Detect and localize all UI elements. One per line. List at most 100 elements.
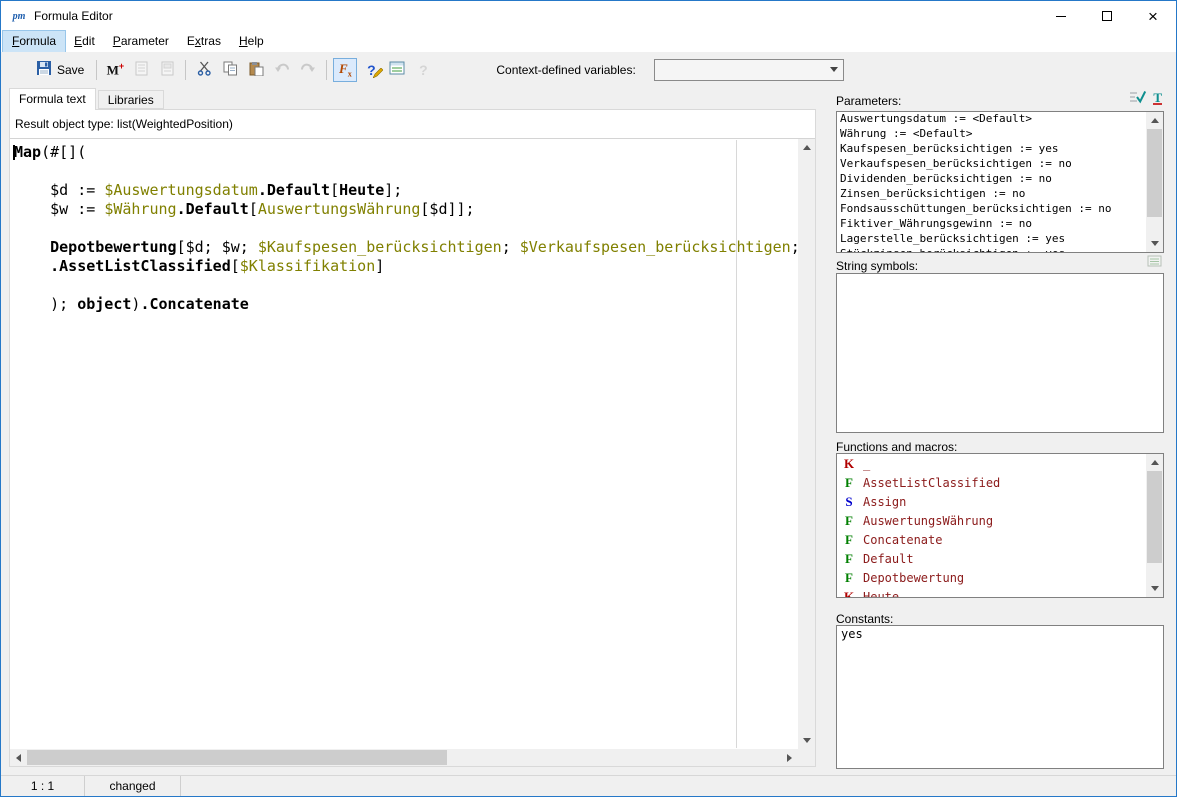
code-line[interactable]: [14, 162, 798, 181]
code-line[interactable]: .AssetListClassified[$Klassifikation]: [14, 257, 798, 276]
horizontal-scroll-thumb[interactable]: [27, 750, 447, 765]
check-parameters-icon[interactable]: [1129, 90, 1146, 107]
parameter-row[interactable]: Fondsausschüttungen_berücksichtigen := n…: [837, 202, 1146, 217]
function-type-icon: K: [843, 589, 855, 598]
parameter-row[interactable]: Fiktiver_Währungsgewinn := no: [837, 217, 1146, 232]
code-line[interactable]: [14, 276, 798, 295]
parameter-text-icon[interactable]: T: [1153, 92, 1162, 105]
code-line[interactable]: $d := $Auswertungsdatum.Default[Heute];: [14, 181, 798, 200]
titlebar: pm Formula Editor ×: [1, 1, 1176, 31]
scroll-up-arrow[interactable]: [1146, 454, 1163, 471]
function-row[interactable]: FDepotbewertung: [837, 568, 1146, 587]
show-list-button[interactable]: [385, 58, 409, 82]
parameter-row[interactable]: Währung := <Default>: [837, 127, 1146, 142]
floppy-disk-icon: [36, 60, 52, 79]
tab-libraries[interactable]: Libraries: [98, 90, 164, 109]
context-variables-combobox[interactable]: [654, 59, 844, 81]
parameters-scrollbar[interactable]: [1146, 112, 1163, 252]
constant-row[interactable]: yes: [837, 626, 1163, 643]
function-row[interactable]: K_: [837, 454, 1146, 473]
scroll-down-arrow[interactable]: [1146, 580, 1163, 597]
scissors-icon: [197, 61, 212, 79]
functions-scrollbar[interactable]: [1146, 454, 1163, 597]
function-row[interactable]: FDefault: [837, 549, 1146, 568]
parameter-row[interactable]: Lagerstelle_berücksichtigen := yes: [837, 232, 1146, 247]
formula-toggle-button[interactable]: Fx: [333, 58, 357, 82]
editor-vertical-scrollbar[interactable]: [798, 139, 815, 749]
function-row[interactable]: FAssetListClassified: [837, 473, 1146, 492]
code-line[interactable]: ); object).Concatenate: [14, 295, 798, 314]
minimize-button[interactable]: [1038, 1, 1084, 31]
paste-button[interactable]: [244, 58, 268, 82]
functions-label: Functions and macros:: [836, 440, 957, 454]
cut-button[interactable]: [192, 58, 216, 82]
scroll-right-arrow[interactable]: [781, 749, 798, 766]
formula-f-icon: Fx: [339, 61, 352, 78]
parameter-row[interactable]: Auswertungsdatum := <Default>: [837, 112, 1146, 127]
menu-item-parameter[interactable]: Parameter: [104, 31, 178, 52]
scroll-up-arrow[interactable]: [798, 139, 815, 156]
function-row[interactable]: FAuswertungsWährung: [837, 511, 1146, 530]
menu-item-formula[interactable]: Formula: [3, 31, 65, 52]
scroll-left-arrow[interactable]: [10, 749, 27, 766]
help-button[interactable]: ?: [411, 58, 435, 82]
function-row[interactable]: SAssign: [837, 492, 1146, 511]
chevron-down-icon[interactable]: [825, 60, 843, 80]
list-window-icon: [389, 61, 405, 78]
code-line[interactable]: Map(#[](: [14, 143, 798, 162]
function-type-icon: S: [843, 494, 855, 510]
function-row[interactable]: KHeute: [837, 587, 1146, 597]
form-page-gray-icon-2: [161, 61, 174, 79]
constants-listbox[interactable]: yes: [836, 625, 1164, 769]
tab-formula-text[interactable]: Formula text: [9, 88, 96, 110]
maximize-icon: [1102, 11, 1112, 21]
code-area[interactable]: Map(#[]( $d := $Auswertungsdatum.Default…: [10, 139, 798, 749]
form-page-button-2[interactable]: [155, 58, 179, 82]
copy-button[interactable]: [218, 58, 242, 82]
scroll-up-arrow[interactable]: [1146, 112, 1163, 129]
close-button[interactable]: ×: [1130, 1, 1176, 31]
function-type-icon: F: [843, 570, 855, 586]
parameters-listbox[interactable]: Auswertungsdatum := <Default>Währung := …: [836, 111, 1164, 253]
string-symbols-grid-icon[interactable]: [1147, 255, 1162, 270]
parameter-row[interactable]: Verkaufspesen_berücksichtigen := no: [837, 157, 1146, 172]
function-name: AssetListClassified: [863, 476, 1000, 490]
form-page-button-1[interactable]: [129, 58, 153, 82]
formula-editor-area[interactable]: Map(#[]( $d := $Auswertungsdatum.Default…: [10, 138, 815, 766]
scroll-down-arrow[interactable]: [1146, 235, 1163, 252]
vertical-scroll-thumb[interactable]: [1147, 471, 1162, 563]
redo-button[interactable]: [296, 58, 320, 82]
editor-horizontal-scrollbar[interactable]: [10, 749, 798, 766]
menu-item-edit[interactable]: Edit: [65, 31, 104, 52]
parameter-row[interactable]: Dividenden_berücksichtigen := no: [837, 172, 1146, 187]
edit-comment-button[interactable]: ?: [359, 58, 383, 82]
function-name: Concatenate: [863, 533, 942, 547]
function-row[interactable]: FConcatenate: [837, 530, 1146, 549]
parameter-row[interactable]: Kaufspesen_berücksichtigen := yes: [837, 142, 1146, 157]
code-line[interactable]: $w := $Währung.Default[AuswertungsWährun…: [14, 200, 798, 219]
functions-listbox[interactable]: K_FAssetListClassifiedSAssignFAuswertung…: [836, 453, 1164, 598]
function-name: _: [863, 457, 870, 471]
undo-button[interactable]: [270, 58, 294, 82]
formula-text-panel: Result object type: list(WeightedPositio…: [9, 109, 816, 767]
string-symbols-listbox[interactable]: [836, 273, 1164, 433]
code-line[interactable]: [14, 219, 798, 238]
maximize-button[interactable]: [1084, 1, 1130, 31]
string-symbols-rows: [837, 274, 1163, 432]
save-button[interactable]: Save: [30, 58, 90, 82]
scroll-down-arrow[interactable]: [798, 732, 815, 749]
function-type-icon: F: [843, 551, 855, 567]
parameter-row[interactable]: Zinsen_berücksichtigen := no: [837, 187, 1146, 202]
formula-editor-window: pm Formula Editor × FormulaEditParameter…: [0, 0, 1177, 797]
menu-item-extras[interactable]: Extras: [178, 31, 230, 52]
parameters-label: Parameters:: [836, 94, 901, 108]
menu-item-help[interactable]: Help: [230, 31, 273, 52]
code-line[interactable]: Depotbewertung[$d; $w; $Kaufspesen_berüc…: [14, 238, 798, 257]
vertical-scroll-thumb[interactable]: [1147, 129, 1162, 217]
parameters-toolbar: T: [1129, 90, 1162, 107]
parameter-row[interactable]: Stückzinsen_berücksichtigen := yes: [837, 247, 1146, 252]
margin-guide-line: [736, 140, 737, 748]
constants-label: Constants:: [836, 612, 893, 626]
insert-macro-button[interactable]: M+: [103, 58, 127, 82]
cursor-position-cell: 1 : 1: [1, 776, 85, 796]
